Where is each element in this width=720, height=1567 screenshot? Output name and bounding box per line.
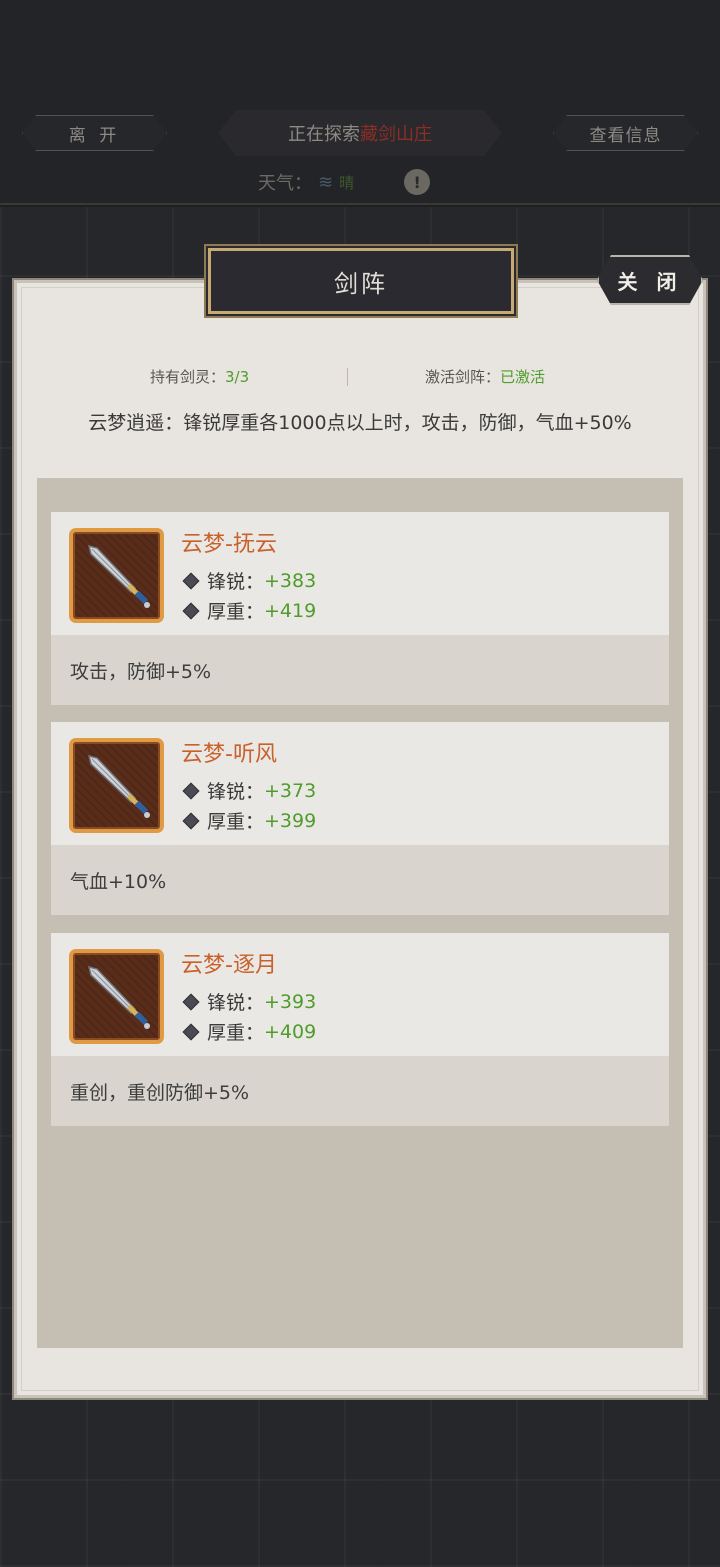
wind-icon: ≋ <box>318 171 334 193</box>
heaviness-label: 厚重： <box>207 811 265 833</box>
heaviness-value: +409 <box>264 1020 317 1043</box>
diamond-icon <box>182 812 200 829</box>
active-value: 已激活 <box>500 368 546 386</box>
diamond-icon <box>182 993 200 1010</box>
dialog-title: 剑阵 <box>208 248 514 314</box>
stats-row: 持有剑灵：3/3 激活剑阵：已激活 <box>14 366 706 388</box>
heaviness-value: +419 <box>264 599 317 622</box>
sword-card[interactable]: 云梦-抚云 锋锐： +383 厚重： +419 攻击，防御+5% <box>51 512 669 705</box>
weather-row: 天气： ≋ 晴 ! <box>258 168 431 196</box>
exploring-banner: 正在探索 藏剑山庄 <box>218 110 502 156</box>
set-bonus-description: 云梦逍遥：锋锐厚重各1000点以上时，攻击，防御，气血+50% <box>88 412 632 434</box>
close-button[interactable]: 关 闭 <box>597 255 703 305</box>
stats-divider <box>347 368 348 386</box>
exploring-place: 藏剑山庄 <box>360 124 432 145</box>
weather-value: 晴 <box>339 173 355 192</box>
sword-icon <box>69 528 164 623</box>
array-status: 激活剑阵：已激活 <box>425 366 545 387</box>
sharpness-stat: 锋锐： +383 <box>181 567 316 594</box>
card-header: 云梦-抚云 锋锐： +383 厚重： +419 <box>51 512 669 635</box>
sword-card[interactable]: 云梦-听风 锋锐： +373 厚重： +399 气血+10% <box>51 722 669 915</box>
sharpness-value: +373 <box>264 779 317 802</box>
sharpness-label: 锋锐： <box>207 992 265 1014</box>
exploring-prefix: 正在探索 <box>288 124 360 145</box>
sharpness-label: 锋锐： <box>207 571 265 593</box>
sword-card[interactable]: 云梦-逐月 锋锐： +393 厚重： +409 重创，重创防御+5% <box>51 933 669 1126</box>
sword-icon <box>69 738 164 833</box>
owned-spirits: 持有剑灵：3/3 <box>150 366 249 387</box>
alert-icon[interactable]: ! <box>404 169 431 195</box>
sharpness-label: 锋锐： <box>207 781 265 803</box>
owned-label: 持有剑灵： <box>150 368 226 386</box>
weather-label: 天气： <box>258 173 312 194</box>
sword-bonus: 攻击，防御+5% <box>51 635 669 705</box>
card-header: 云梦-听风 锋锐： +373 厚重： +399 <box>51 722 669 845</box>
diamond-icon <box>182 1023 200 1040</box>
heaviness-stat: 厚重： +419 <box>181 597 316 624</box>
heaviness-stat: 厚重： +399 <box>181 807 316 834</box>
diamond-icon <box>182 602 200 619</box>
heaviness-label: 厚重： <box>207 601 265 623</box>
sharpness-stat: 锋锐： +393 <box>181 988 316 1015</box>
diamond-icon <box>182 572 200 589</box>
sword-icon <box>69 949 164 1044</box>
leave-button[interactable]: 离 开 <box>22 115 167 151</box>
sword-name: 云梦-逐月 <box>181 953 277 978</box>
sharpness-value: +393 <box>264 990 317 1013</box>
card-header: 云梦-逐月 锋锐： +393 厚重： +409 <box>51 933 669 1056</box>
diamond-icon <box>182 782 200 799</box>
heaviness-label: 厚重： <box>207 1022 265 1044</box>
sword-bonus: 重创，重创防御+5% <box>51 1056 669 1126</box>
heaviness-stat: 厚重： +409 <box>181 1018 316 1045</box>
sword-name: 云梦-抚云 <box>181 532 277 557</box>
active-label: 激活剑阵： <box>425 368 501 386</box>
sword-list: 云梦-抚云 锋锐： +383 厚重： +419 攻击，防御+5% 云梦-听风 锋… <box>37 478 683 1348</box>
heaviness-value: +399 <box>264 809 317 832</box>
sharpness-value: +383 <box>264 569 317 592</box>
sword-bonus: 气血+10% <box>51 845 669 915</box>
owned-value: 3/3 <box>225 368 250 386</box>
sword-name: 云梦-听风 <box>181 742 277 767</box>
view-info-button[interactable]: 查看信息 <box>553 115 698 151</box>
sharpness-stat: 锋锐： +373 <box>181 777 316 804</box>
